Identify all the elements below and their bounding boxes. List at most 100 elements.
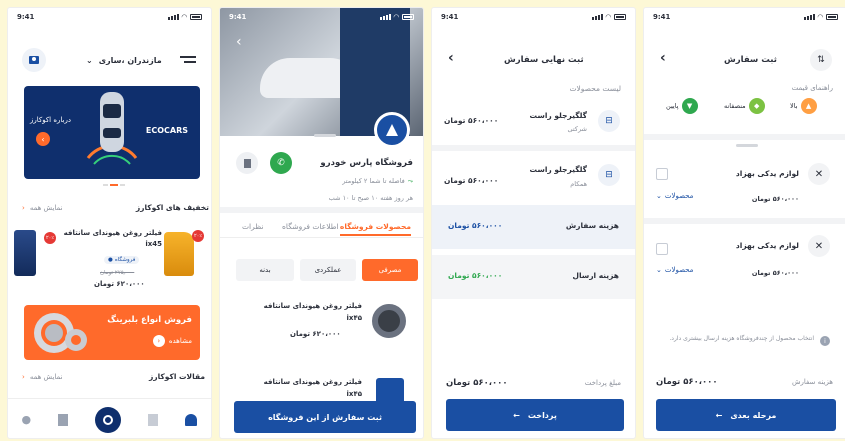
low-icon: ▼ [681, 98, 698, 114]
chevron-down-icon: ⌄ [656, 266, 662, 274]
oil-bottle-image [164, 232, 194, 276]
product-card[interactable]: ۲۰٪ فیلتر روغن هیوندای سانتافه ix45 فروش… [14, 220, 206, 300]
status-time: 9:41 [17, 13, 35, 21]
back-button[interactable]: ‹ [236, 34, 242, 50]
order-cost-value: ۵۶۰،۰۰۰ تومان [448, 221, 503, 230]
shop-checkbox[interactable] [656, 243, 668, 255]
home-icon[interactable] [185, 413, 198, 426]
info-text: انتخاب محصول از چندفروشگاه هزینه ارسال ب… [669, 335, 814, 342]
products-list-title: لیست محصولات [569, 84, 621, 93]
price-guide-title: راهنمای قیمت [791, 84, 833, 92]
discounts-show-all[interactable]: نمایش همه ‹ [22, 204, 63, 212]
bookmark-icon[interactable] [58, 413, 69, 426]
divider [220, 207, 423, 213]
tab-reviews[interactable]: نظرات [242, 222, 264, 231]
promo-banner[interactable]: فروش انواع بلبرینگ مشاهده ‹ [24, 305, 200, 360]
phone-icon: ✆ [277, 158, 285, 168]
status-bar: 9:41 ◠ [644, 8, 845, 26]
status-icons: ◠ [591, 13, 626, 21]
product-name[interactable]: فیلتر روغن هیوندای سانتافه ix۴۵ [260, 300, 362, 324]
price-guide-high: ▲ بالا [790, 98, 817, 114]
call-button[interactable]: ✆ [270, 152, 292, 174]
filter-body[interactable]: بدنه [236, 259, 294, 281]
list-icon[interactable] [148, 413, 159, 426]
shop-name: لوازم یدکی بهزاد [735, 169, 799, 178]
status-time: 9:41 [653, 13, 671, 21]
bottom-nav: ● [8, 398, 211, 438]
back-button[interactable]: ‹ [448, 50, 454, 66]
tab-underline [220, 237, 423, 238]
discount-badge-2: ۲۰٪ [192, 230, 204, 242]
basket-icon: ⊟ [598, 110, 620, 132]
order-cost-label: هزینه سفارش [565, 221, 619, 230]
pay-button[interactable]: پرداخت ← [446, 399, 624, 431]
price-guide-low: ▼ پایین [666, 98, 698, 114]
next-step-button[interactable]: مرحله بعدی ← [656, 399, 836, 431]
banner-carousel[interactable]: ECOCARS درباره اکوکارز ‹ [24, 86, 200, 179]
promo-button[interactable]: مشاهده ‹ [152, 335, 192, 347]
shipping-label: هزینه ارسال [572, 271, 620, 280]
item-name: گلگیرجلو راست [529, 111, 588, 120]
status-icons: ◠ [167, 13, 202, 21]
chevron-left-icon: ‹ [41, 134, 45, 144]
shop-logo-icon [386, 124, 398, 136]
item-name: گلگیرجلو راست [529, 165, 588, 174]
high-icon: ▲ [800, 98, 817, 114]
status-bar: 9:41 ◠ [432, 8, 635, 26]
status-time: 9:41 [229, 13, 247, 21]
map-pin-button[interactable] [22, 48, 46, 72]
product-name: فیلتر روغن هیوندای سانتافه ix45 [63, 229, 162, 248]
articles-show-all[interactable]: نمایش همه ‹ [22, 373, 63, 381]
banner-about-button[interactable]: ‹ [36, 132, 50, 146]
location-selector[interactable]: مازندران ،ساری ⌄ [86, 56, 162, 65]
banner-title: ECOCARS [145, 126, 188, 135]
shop-price: ۵۶۰،۰۰۰ تومان [751, 269, 799, 277]
shop-name: فروشگاه پارس خودرو [320, 158, 413, 168]
search-icon[interactable] [95, 406, 122, 433]
chevron-left-icon: ‹ [22, 204, 25, 212]
item-sub: همکام [570, 180, 587, 188]
profile-icon[interactable]: ● [22, 413, 32, 426]
product-name-2[interactable]: فیلتر روغن هیوندای سانتافه ix۴۵ [260, 376, 362, 400]
divider [644, 134, 845, 140]
status-bar: 9:41 ◠ [8, 8, 211, 26]
basket-icon: ⊟ [598, 164, 620, 186]
shop-price: ۵۶۰،۰۰۰ تومان [751, 195, 799, 203]
chevron-left-icon: ‹ [236, 34, 242, 50]
chevron-left-icon: ‹ [152, 335, 165, 347]
divider [644, 218, 845, 224]
item-price: ۵۶۰،۰۰۰ تومان [444, 116, 499, 125]
arrow-left-icon: ← [715, 410, 723, 420]
shop-checkbox[interactable] [656, 168, 668, 180]
filter-consumable[interactable]: مصرفی [362, 259, 418, 281]
product-price: ۶۲۰،۰۰۰ تومان [94, 280, 145, 288]
chevron-down-icon: ⌄ [86, 56, 93, 65]
item-sub: شرکتی [567, 125, 587, 133]
location-label: مازندران ،ساری [98, 56, 162, 65]
filter-performance[interactable]: عملکردی [300, 259, 356, 281]
status-icons: ◠ [803, 13, 838, 21]
order-from-shop-button[interactable]: ثبت سفارش از این فروشگاه [234, 401, 416, 433]
shop-products-toggle[interactable]: محصولات ⌄ [656, 266, 693, 274]
bookmark-button[interactable] [236, 152, 258, 174]
sort-icon: ⇅ [817, 55, 825, 65]
back-button[interactable]: ‹ [660, 50, 666, 66]
status-bar: 9:41 ◠ [220, 8, 423, 26]
bearing-illustration [34, 313, 87, 353]
promo-button-label: مشاهده [168, 337, 192, 345]
pay-label: مبلغ پرداخت [584, 379, 621, 387]
tire-image [372, 304, 406, 338]
sheet-handle [314, 134, 336, 137]
tab-products[interactable]: محصولات فروشگاه [339, 222, 411, 236]
carousel-dots [103, 184, 125, 186]
chevron-left-icon: ‹ [660, 50, 666, 66]
shop-products-toggle[interactable]: محصولات ⌄ [656, 192, 693, 200]
product-price: ۶۲۰،۰۰۰ تومان [290, 330, 341, 338]
sort-button[interactable]: ⇅ [810, 49, 832, 71]
menu-icon[interactable] [180, 56, 196, 63]
articles-title: مقالات اکوکارز [148, 372, 205, 381]
order-screen: 9:41 ◠ ‹ ثبت سفارش ⇅ راهنمای قیمت ▲ بالا … [643, 7, 845, 439]
tab-shop-info[interactable]: اطلاعات فروشگاه [282, 222, 339, 231]
shipping-value: ۵۶۰،۰۰۰ تومان [448, 271, 503, 280]
banner-about-label: درباره اکوکارز [30, 116, 71, 124]
